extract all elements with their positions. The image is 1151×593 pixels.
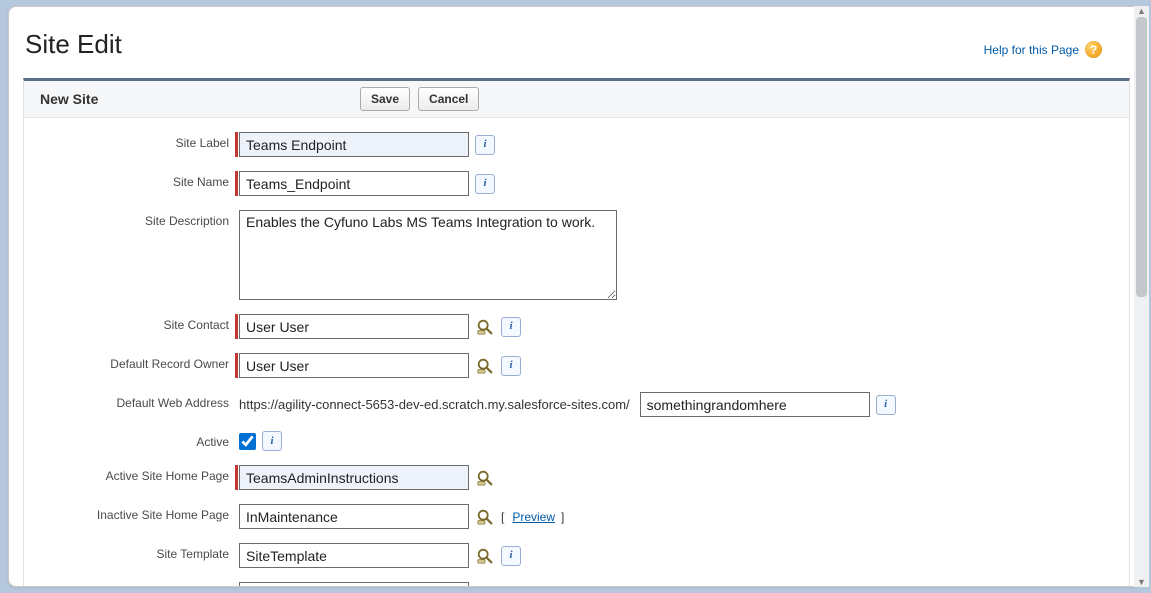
lookup-icon[interactable] bbox=[475, 468, 495, 488]
site-label-input[interactable] bbox=[239, 132, 469, 157]
lookup-icon[interactable] bbox=[475, 317, 495, 337]
info-icon[interactable]: i bbox=[501, 356, 521, 376]
label-site-template: Site Template bbox=[34, 543, 239, 561]
web-address-suffix-input[interactable] bbox=[640, 392, 870, 417]
lookup-icon[interactable] bbox=[475, 507, 495, 527]
site-contact-input[interactable] bbox=[239, 314, 469, 339]
label-default-record-owner: Default Record Owner bbox=[34, 353, 239, 371]
scrollbar[interactable]: ▲ ▼ bbox=[1134, 6, 1149, 587]
section-header: New Site Save Cancel bbox=[24, 81, 1129, 118]
label-active-home: Active Site Home Page bbox=[34, 465, 239, 483]
site-name-input[interactable] bbox=[239, 171, 469, 196]
label-site-description: Site Description bbox=[34, 210, 239, 228]
scroll-thumb[interactable] bbox=[1136, 17, 1147, 297]
help-link[interactable]: Help for this Page bbox=[984, 43, 1079, 57]
page-title: Site Edit bbox=[25, 29, 1134, 60]
lookup-icon[interactable] bbox=[475, 546, 495, 566]
active-home-input[interactable] bbox=[239, 465, 469, 490]
scroll-down-icon[interactable]: ▼ bbox=[1137, 577, 1146, 587]
label-site-robots: Site Robots.txt bbox=[34, 582, 239, 587]
preview-link[interactable]: Preview bbox=[512, 510, 555, 524]
info-icon[interactable]: i bbox=[475, 135, 495, 155]
label-active: Active bbox=[34, 431, 239, 449]
label-site-contact: Site Contact bbox=[34, 314, 239, 332]
lookup-icon[interactable] bbox=[475, 585, 495, 588]
edit-section: New Site Save Cancel Site Label i bbox=[23, 78, 1130, 587]
label-inactive-home: Inactive Site Home Page bbox=[34, 504, 239, 522]
lookup-icon[interactable] bbox=[475, 356, 495, 376]
info-icon[interactable]: i bbox=[876, 395, 896, 415]
help-icon[interactable]: ? bbox=[1085, 41, 1102, 58]
cancel-button[interactable]: Cancel bbox=[418, 87, 479, 111]
help-for-page[interactable]: Help for this Page ? bbox=[984, 41, 1102, 58]
section-title: New Site bbox=[32, 91, 360, 107]
save-button[interactable]: Save bbox=[360, 87, 410, 111]
label-default-web-address: Default Web Address bbox=[34, 392, 239, 410]
active-checkbox[interactable] bbox=[239, 433, 256, 450]
site-robots-input[interactable] bbox=[239, 582, 469, 587]
bracket-open: [ bbox=[501, 510, 504, 524]
label-site-name: Site Name bbox=[34, 171, 239, 189]
inactive-home-input[interactable] bbox=[239, 504, 469, 529]
site-description-input[interactable] bbox=[239, 210, 617, 300]
web-address-prefix: https://agility-connect-5653-dev-ed.scra… bbox=[239, 397, 630, 412]
label-site-label: Site Label bbox=[34, 132, 239, 150]
default-record-owner-input[interactable] bbox=[239, 353, 469, 378]
form-body: Site Label i Site Name bbox=[24, 118, 1129, 587]
info-icon[interactable]: i bbox=[475, 174, 495, 194]
bracket-close: ] bbox=[561, 510, 564, 524]
scroll-up-icon[interactable]: ▲ bbox=[1137, 6, 1146, 16]
info-icon[interactable]: i bbox=[501, 317, 521, 337]
info-icon[interactable]: i bbox=[501, 546, 521, 566]
info-icon[interactable]: i bbox=[262, 431, 282, 451]
site-template-input[interactable] bbox=[239, 543, 469, 568]
